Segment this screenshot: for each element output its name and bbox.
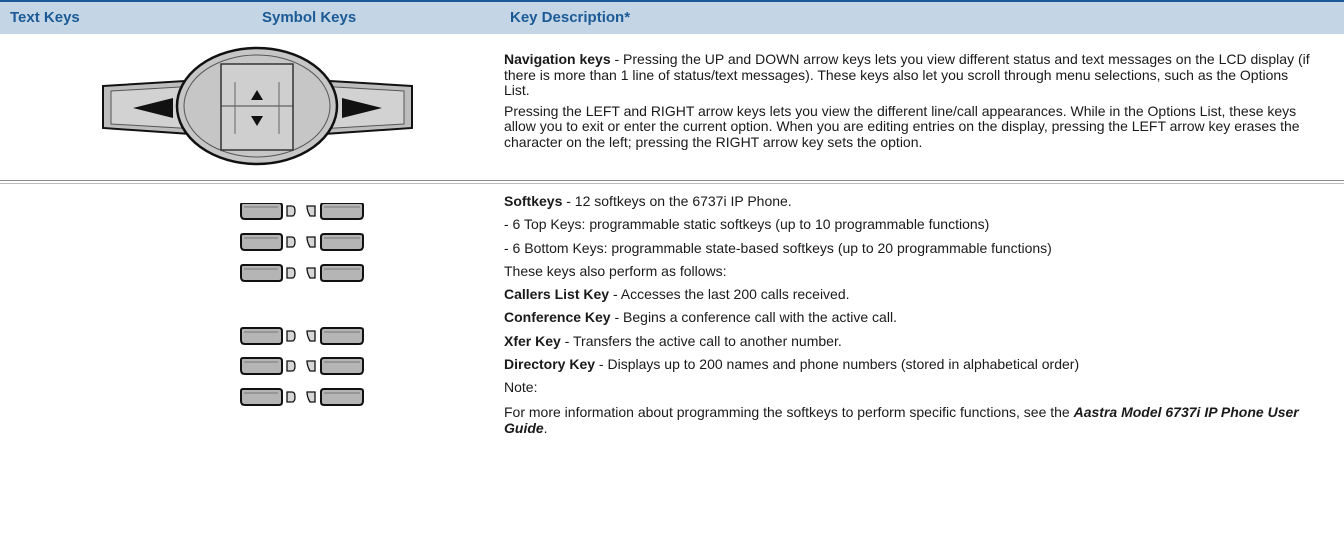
softkey-icon: [240, 264, 296, 282]
softkey-icon: [240, 327, 296, 345]
more-info-end: .: [543, 419, 548, 436]
softkey-icon: [240, 233, 296, 251]
xfer-text: - Transfers the active call to another n…: [560, 332, 842, 349]
xfer-title: Xfer Key: [504, 332, 561, 349]
more-info-paragraph: For more information about programming t…: [504, 404, 1314, 436]
directory-title: Directory Key: [504, 356, 596, 373]
softkeys-intro: - 12 softkeys on the 6737i IP Phone.: [562, 193, 792, 209]
softkey-icon: [240, 388, 296, 406]
header-text-keys: Text Keys: [10, 9, 80, 26]
softkey-icon: [240, 203, 296, 220]
softkey-icon: [240, 357, 296, 375]
softkeys-top-line: - 6 Top Keys: programmable static softke…: [504, 216, 990, 233]
more-info-text: For more information about programming t…: [504, 403, 1074, 420]
navigation-keys-text: - Pressing the UP and DOWN arrow keys le…: [504, 51, 1310, 98]
row-divider: [0, 180, 1344, 181]
softkeys-bottom-line: - 6 Bottom Keys: programmable state-base…: [504, 239, 1052, 256]
conference-text: - Begins a conference call with the acti…: [610, 309, 897, 326]
conference-title: Conference Key: [504, 309, 611, 326]
callers-list-text: - Accesses the last 200 calls received.: [609, 286, 850, 303]
navigation-keys-description: Navigation keys - Pressing the UP and DO…: [504, 51, 1314, 150]
softkey-icon: [306, 203, 364, 220]
callers-list-title: Callers List Key: [504, 286, 610, 303]
table-header: Text Keys Symbol Keys Key Description*: [0, 2, 1344, 34]
softkey-icon: [306, 264, 364, 282]
directory-text: - Displays up to 200 names and phone num…: [595, 356, 1080, 373]
navigation-keys-text-2: Pressing the LEFT and RIGHT arrow keys l…: [504, 102, 1300, 150]
softkey-icon: [306, 357, 364, 375]
note-label: Note:: [504, 379, 538, 396]
softkey-icon: [306, 388, 364, 406]
softkeys-title: Softkeys: [504, 193, 563, 209]
navigation-keys-graphic: [102, 46, 413, 166]
navigation-keys-title: Navigation keys: [504, 51, 611, 67]
softkey-icon: [306, 327, 364, 345]
softkeys-symbol-graphic: [306, 203, 364, 406]
row-divider-2: [0, 183, 1344, 184]
header-key-description: Key Description*: [510, 9, 631, 26]
softkeys-description: Softkeys - 12 softkeys on the 6737i IP P…: [504, 190, 1314, 436]
header-symbol-keys: Symbol Keys: [262, 9, 357, 26]
softkey-icon: [306, 233, 364, 251]
softkeys-also-line: These keys also perform as follows:: [504, 262, 727, 279]
